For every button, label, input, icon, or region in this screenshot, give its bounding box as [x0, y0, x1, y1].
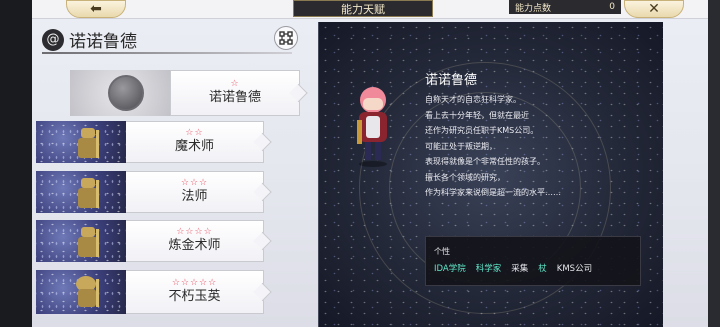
page-title: 能力天赋 — [293, 0, 433, 17]
detail-name: 诺诺鲁德 — [425, 73, 478, 88]
traits-title: 个性 — [434, 247, 450, 256]
header-divider — [42, 52, 292, 54]
class-label: ☆ 诺诺鲁德 — [170, 70, 300, 116]
statue-icon — [78, 128, 99, 158]
star-rating: ☆☆ — [185, 128, 204, 138]
trait-tag: IDA学院 — [434, 264, 466, 274]
class-portrait — [36, 220, 126, 262]
swirl-icon: @ — [42, 28, 64, 51]
star-rating: ☆☆☆☆☆ — [171, 278, 218, 288]
traits-box: 个性 IDA学院 科学家 采集 杖 KMS公司 — [425, 236, 641, 286]
close-icon: ✕ — [648, 1, 660, 17]
trait-tag: 采集 — [511, 264, 529, 274]
class-label: ☆☆☆☆☆ 不朽玉英 — [126, 270, 264, 314]
trait-tag: 科学家 — [475, 264, 502, 274]
statue-icon — [76, 276, 99, 307]
class-portrait — [36, 121, 126, 163]
class-label: ☆☆ 魔术师 — [126, 121, 264, 163]
class-portrait — [70, 70, 170, 116]
right-edge — [708, 0, 720, 327]
ability-points: 能力点数 0 — [509, 0, 621, 14]
back-button[interactable]: ⬅ — [66, 0, 126, 18]
class-name: 法师 — [181, 189, 208, 204]
class-label: ☆☆☆☆ 炼金术师 — [126, 220, 264, 262]
class-label: ☆☆☆ 法师 — [126, 171, 264, 213]
star-rating: ☆☆☆ — [180, 178, 209, 188]
left-edge — [0, 0, 32, 327]
points-label: 能力点数 — [515, 3, 552, 14]
class-card-alchemist[interactable]: ☆☆☆☆ 炼金术师 — [36, 220, 264, 262]
character-name: 诺诺鲁德 — [69, 32, 137, 52]
star-rating: ☆☆☆☆ — [176, 227, 213, 237]
class-portrait — [36, 270, 126, 314]
description-line: 自称天才的自恋狂科学家。 — [425, 95, 521, 104]
expand-icon — [279, 31, 293, 45]
description-line: 还作为研究员任职于KMS公司。 — [425, 126, 539, 135]
detail-panel: 诺诺鲁德 自称天才的自恋狂科学家。 看上去十分年轻，但就在最近 还作为研究员任职… — [318, 22, 663, 327]
close-button[interactable]: ✕ — [624, 0, 684, 18]
class-name: 魔术师 — [174, 139, 214, 154]
trait-tag: 杖 — [538, 264, 547, 274]
arrow-left-icon: ⬅ — [90, 1, 102, 17]
description-line: 看上去十分年轻，但就在最近 — [425, 110, 529, 120]
statue-icon — [78, 227, 99, 257]
detail-description: 自称天才的自恋狂科学家。 看上去十分年轻，但就在最近 还作为研究员任职于KMS公… — [425, 92, 655, 201]
description-line: 表现得就像是个非常任性的孩子。 — [425, 157, 545, 166]
points-value: 0 — [609, 2, 615, 12]
description-line: 擅长各个领域的研究， — [425, 172, 505, 182]
trait-tag: KMS公司 — [556, 264, 593, 274]
description-line: 可能正处于叛逆期， — [425, 141, 497, 151]
class-name: 诺诺鲁德 — [208, 90, 261, 105]
description-line: 作为科学家来说倒是超一流的水平…… — [425, 188, 561, 197]
character-header: @ 诺诺鲁德 — [42, 27, 137, 52]
class-card-mage[interactable]: ☆☆☆ 法师 — [36, 171, 264, 213]
class-card-magician[interactable]: ☆☆ 魔术师 — [36, 121, 264, 163]
character-coin-icon — [108, 75, 144, 111]
class-card-immortal[interactable]: ☆☆☆☆☆ 不朽玉英 — [36, 270, 264, 314]
trait-list: IDA学院 科学家 采集 杖 KMS公司 — [434, 262, 592, 274]
statue-icon — [78, 178, 99, 208]
character-sprite — [357, 87, 387, 167]
class-portrait — [36, 171, 126, 213]
class-name: 炼金术师 — [168, 238, 221, 253]
class-card-base[interactable]: ☆ 诺诺鲁德 — [70, 70, 300, 116]
class-name: 不朽玉英 — [168, 289, 221, 304]
star-rating: ☆ — [230, 79, 240, 89]
expand-button[interactable] — [274, 26, 298, 50]
